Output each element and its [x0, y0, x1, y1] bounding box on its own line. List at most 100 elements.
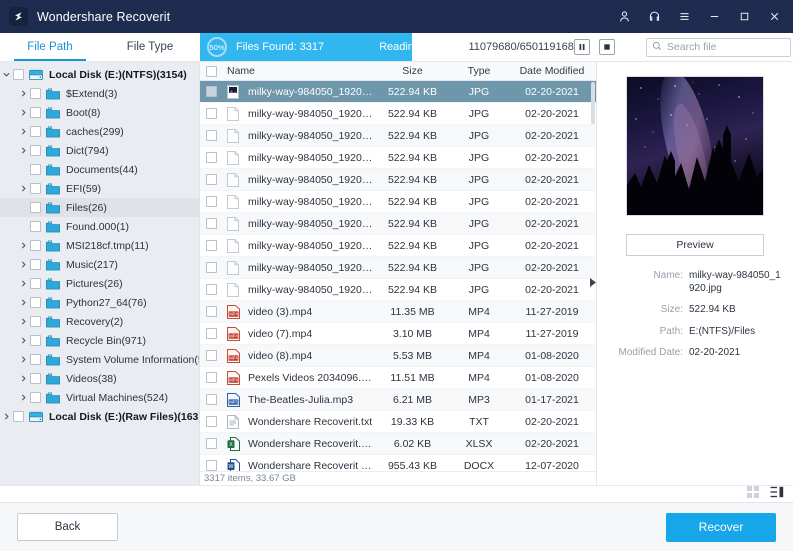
row-checkbox[interactable]	[200, 350, 222, 361]
tree-caret-icon[interactable]	[17, 90, 30, 97]
table-row[interactable]: milky-way-984050_1920 - Copy (5).jpg 522.…	[200, 191, 596, 213]
table-row[interactable]: milky-way-984050_1920.jpg 522.94 KB JPG 02-…	[200, 81, 596, 103]
back-button[interactable]: Back	[17, 513, 118, 541]
tree-item[interactable]: caches(299)	[0, 122, 199, 141]
tree-item[interactable]: Music(217)	[0, 255, 199, 274]
tree-item[interactable]: Videos(38)	[0, 369, 199, 388]
tree-caret-icon[interactable]	[17, 394, 30, 401]
search-box[interactable]	[645, 37, 791, 57]
column-header-date[interactable]: Date Modified	[508, 65, 596, 77]
row-checkbox[interactable]	[200, 86, 222, 97]
row-checkbox[interactable]	[200, 416, 222, 427]
tree-item-checkbox[interactable]	[30, 107, 41, 118]
tree-item[interactable]: $Extend(3)	[0, 84, 199, 103]
table-row[interactable]: milky-way-984050_1920 - Copy.jpg 522.94 K…	[200, 103, 596, 125]
tree-item[interactable]: EFI(59)	[0, 179, 199, 198]
support-button[interactable]	[639, 0, 669, 33]
table-row[interactable]: milky-way-984050_1920 - Copy (4).jpg 522.…	[200, 169, 596, 191]
row-checkbox[interactable]	[200, 130, 222, 141]
table-row[interactable]: milky-way-984050_1920 - Copy (7).jpg 522.…	[200, 235, 596, 257]
table-row[interactable]: milky-way-984050_1920 - Copy (8).jpg 522.…	[200, 257, 596, 279]
table-row[interactable]: milky-way-984050_1920 - Copy (9).jpg 522.…	[200, 279, 596, 301]
row-checkbox[interactable]	[200, 372, 222, 383]
pause-scan-button[interactable]	[573, 39, 590, 55]
tree-item-checkbox[interactable]	[30, 145, 41, 156]
tab-file-path[interactable]: File Path	[0, 33, 100, 61]
tree-item-checkbox[interactable]	[30, 259, 41, 270]
row-checkbox[interactable]	[200, 460, 222, 471]
row-checkbox[interactable]	[200, 438, 222, 449]
tree-item[interactable]: Documents(44)	[0, 160, 199, 179]
list-detail-view-icon[interactable]	[770, 485, 784, 503]
tree-item[interactable]: Local Disk (E:)(NTFS)(3154)	[0, 65, 199, 84]
row-checkbox[interactable]	[200, 152, 222, 163]
tree-item-checkbox[interactable]	[30, 297, 41, 308]
column-header-type[interactable]: Type	[450, 65, 508, 77]
table-row[interactable]: MP3 The-Beatles-Julia.mp3 6.21 MB MP3 01-17-…	[200, 389, 596, 411]
tree-item[interactable]: Files(26)	[0, 198, 199, 217]
tree-item[interactable]: Virtual Machines(524)	[0, 388, 199, 407]
tree-item-checkbox[interactable]	[13, 69, 24, 80]
tree-item-checkbox[interactable]	[30, 240, 41, 251]
tree-caret-icon[interactable]	[0, 71, 13, 78]
column-header-size[interactable]: Size	[375, 65, 450, 77]
tree-caret-icon[interactable]	[17, 242, 30, 249]
tree-item[interactable]: Python27_64(76)	[0, 293, 199, 312]
table-row[interactable]: MP4 video (8).mp4 5.53 MB MP4 01-08-2020	[200, 345, 596, 367]
tree-caret-icon[interactable]	[0, 413, 13, 420]
table-row[interactable]: W Wondershare Recoverit Data Recovery ...…	[200, 455, 596, 471]
tree-item-checkbox[interactable]	[30, 354, 41, 365]
scrollbar-thumb[interactable]	[591, 82, 595, 124]
table-row[interactable]: MP4 video (3).mp4 11.35 MB MP4 11-27-2019	[200, 301, 596, 323]
preview-button[interactable]: Preview	[626, 234, 764, 256]
preview-thumbnail[interactable]	[626, 76, 764, 216]
grid-view-icon[interactable]	[747, 485, 759, 503]
tree-item-checkbox[interactable]	[30, 392, 41, 403]
menu-button[interactable]	[669, 0, 699, 33]
file-rows-container[interactable]: milky-way-984050_1920.jpg 522.94 KB JPG 02-…	[200, 81, 596, 471]
table-row[interactable]: MP4 video (7).mp4 3.10 MB MP4 11-27-2019	[200, 323, 596, 345]
tree-caret-icon[interactable]	[17, 356, 30, 363]
row-checkbox[interactable]	[200, 174, 222, 185]
tab-file-type[interactable]: File Type	[100, 33, 200, 61]
tree-item[interactable]: MSI218cf.tmp(11)	[0, 236, 199, 255]
minimize-button[interactable]	[699, 0, 729, 33]
tree-caret-icon[interactable]	[17, 128, 30, 135]
tree-item-checkbox[interactable]	[30, 126, 41, 137]
search-input[interactable]	[666, 41, 785, 53]
close-button[interactable]	[759, 0, 789, 33]
tree-item-checkbox[interactable]	[13, 411, 24, 422]
row-checkbox[interactable]	[200, 306, 222, 317]
tree-caret-icon[interactable]	[17, 147, 30, 154]
tree-item-checkbox[interactable]	[30, 335, 41, 346]
tree-item-checkbox[interactable]	[30, 183, 41, 194]
tree-item[interactable]: System Volume Information(50)	[0, 350, 199, 369]
account-button[interactable]	[609, 0, 639, 33]
tree-item[interactable]: Pictures(26)	[0, 274, 199, 293]
collapse-panel-arrow-icon[interactable]	[589, 274, 596, 290]
tree-item[interactable]: Recovery(2)	[0, 312, 199, 331]
stop-scan-button[interactable]	[598, 39, 615, 55]
row-checkbox[interactable]	[200, 108, 222, 119]
tree-item[interactable]: Local Disk (E:)(Raw Files)(163)	[0, 407, 199, 426]
table-row[interactable]: MP4 Pexels Videos 2034096.mp4 11.51 MB MP4 0…	[200, 367, 596, 389]
tree-caret-icon[interactable]	[17, 261, 30, 268]
row-checkbox[interactable]	[200, 196, 222, 207]
row-checkbox[interactable]	[200, 262, 222, 273]
maximize-button[interactable]	[729, 0, 759, 33]
table-row[interactable]: milky-way-984050_1920 - Copy (3).jpg 522.…	[200, 147, 596, 169]
tree-item-checkbox[interactable]	[30, 202, 41, 213]
table-row[interactable]: X Wondershare Recoverit.xlsx 6.02 KB XLSX 02…	[200, 433, 596, 455]
row-checkbox[interactable]	[200, 240, 222, 251]
row-checkbox[interactable]	[200, 328, 222, 339]
tree-item-checkbox[interactable]	[30, 164, 41, 175]
tree-item[interactable]: Dict(794)	[0, 141, 199, 160]
table-row[interactable]: milky-way-984050_1920 - Copy (6).jpg 522.…	[200, 213, 596, 235]
tree-caret-icon[interactable]	[17, 375, 30, 382]
tree-item-checkbox[interactable]	[30, 278, 41, 289]
tree-item-checkbox[interactable]	[30, 373, 41, 384]
tree-item[interactable]: Boot(8)	[0, 103, 199, 122]
tree-caret-icon[interactable]	[17, 337, 30, 344]
tree-caret-icon[interactable]	[17, 185, 30, 192]
tree-item[interactable]: Found.000(1)	[0, 217, 199, 236]
